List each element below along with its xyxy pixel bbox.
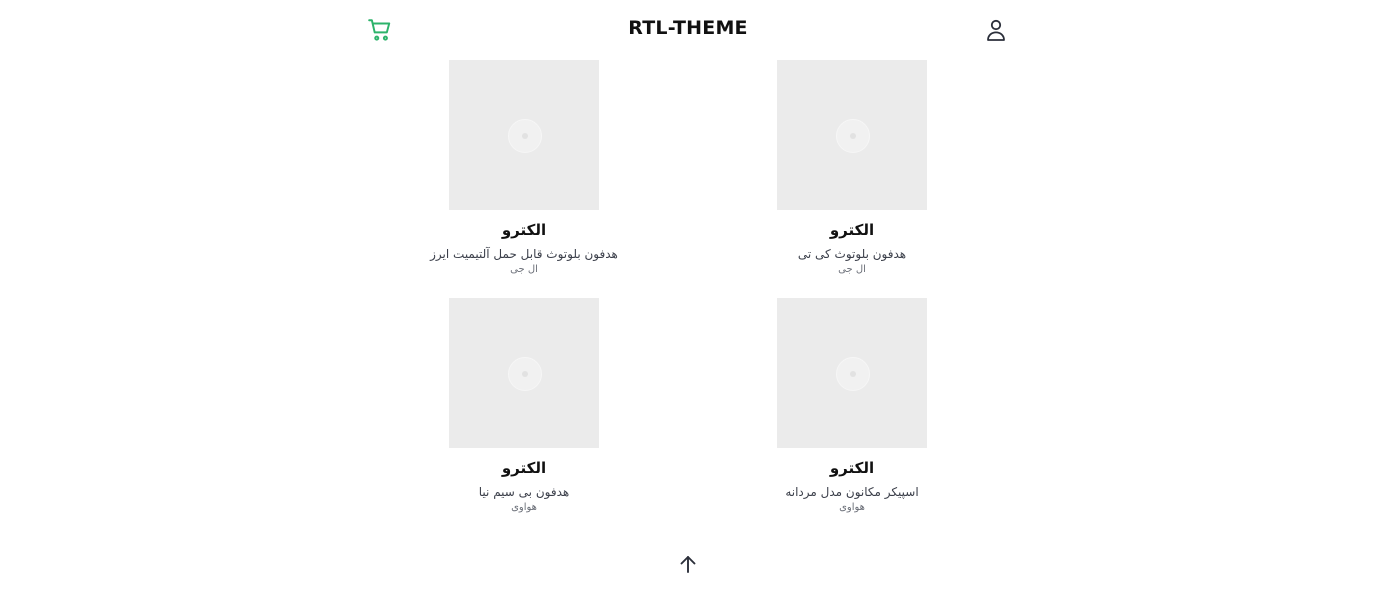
product-image[interactable] — [449, 298, 599, 448]
arrow-up-icon — [680, 556, 696, 573]
image-placeholder-icon — [508, 357, 542, 391]
product-category: الکترو — [501, 221, 547, 239]
product-card[interactable]: الکترو هدفون بی سیم نیا هواوی — [404, 298, 644, 514]
product-name[interactable]: هدفون بلوتوث قابل حمل آلتیمیت ایرز — [404, 246, 644, 262]
product-name[interactable]: اسپیکر مکانون مدل مردانه — [732, 484, 972, 500]
product-image[interactable] — [449, 60, 599, 210]
image-placeholder-icon — [508, 119, 542, 153]
image-placeholder-icon — [836, 119, 870, 153]
product-image[interactable] — [777, 298, 927, 448]
product-name[interactable]: هدفون بی سیم نیا — [404, 484, 644, 500]
page: RTL-THEME الکترو هدفون بلوتوث قابل حمل آ… — [0, 0, 1376, 608]
cart-button[interactable] — [365, 16, 395, 44]
product-card[interactable]: الکترو هدفون بلوتوث قابل حمل آلتیمیت ایر… — [404, 60, 644, 276]
product-brand: ال جی — [510, 264, 538, 275]
product-card[interactable]: الکترو هدفون بلوتوث کی تی ال جی — [732, 60, 972, 276]
user-icon — [987, 19, 1005, 41]
user-button[interactable] — [982, 16, 1010, 44]
site-title[interactable]: RTL-THEME — [588, 17, 788, 39]
product-brand: ال جی — [838, 264, 866, 275]
product-category: الکترو — [829, 221, 875, 239]
product-brand: هواوی — [511, 502, 537, 513]
header: RTL-THEME — [0, 0, 1376, 60]
product-brand: هواوی — [839, 502, 865, 513]
product-image[interactable] — [777, 60, 927, 210]
product-category: الکترو — [829, 459, 875, 477]
product-category: الکترو — [501, 459, 547, 477]
product-card[interactable]: الکترو اسپیکر مکانون مدل مردانه هواوی — [732, 298, 972, 514]
image-placeholder-icon — [836, 357, 870, 391]
cart-icon — [368, 19, 391, 41]
scroll-to-top-button[interactable] — [676, 552, 700, 576]
product-name[interactable]: هدفون بلوتوث کی تی — [732, 246, 972, 262]
